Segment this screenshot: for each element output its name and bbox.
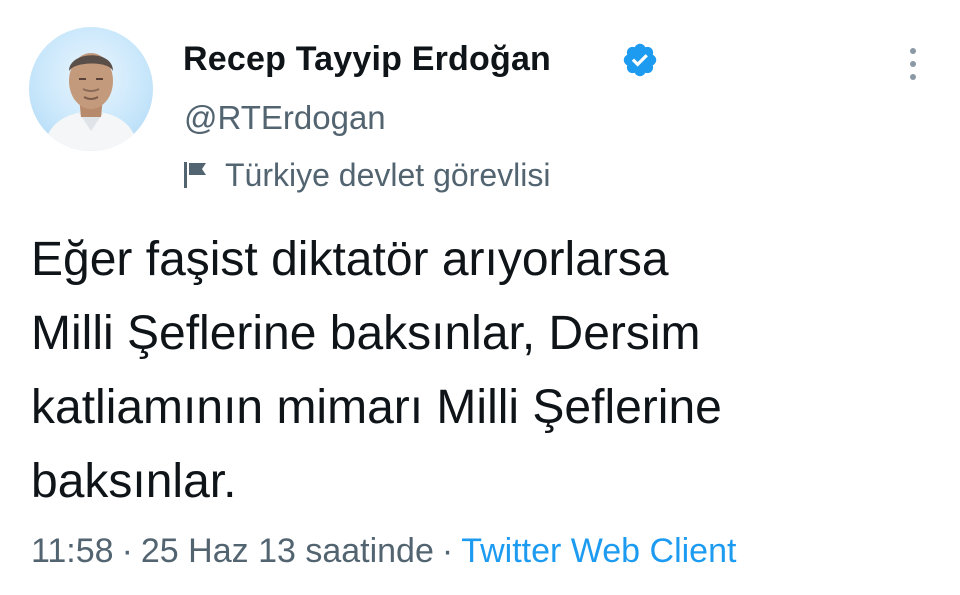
meta-separator: · xyxy=(441,532,454,570)
profile-photo xyxy=(43,53,139,151)
more-options-icon[interactable] xyxy=(904,45,922,83)
flag-icon xyxy=(184,162,206,188)
account-label[interactable]: Türkiye devlet görevlisi xyxy=(181,155,550,195)
account-label-text: Türkiye devlet görevlisi xyxy=(225,156,551,193)
tweet-meta: 11:58 · 25 Haz 13 saatinde · Twitter Web Cli… xyxy=(31,532,736,571)
tweet-text-line: baksınlar. xyxy=(31,455,237,508)
author-handle[interactable]: @RTErdogan xyxy=(184,99,386,137)
avatar[interactable] xyxy=(29,27,153,151)
meta-separator: · xyxy=(121,532,133,570)
tweet-text-line: katliamının mimarı Milli Şeflerine xyxy=(31,381,722,434)
tweet-text-line: Milli Şeflerine baksınlar, Dersim xyxy=(31,307,701,360)
tweet-source-link[interactable]: Twitter Web Client xyxy=(461,532,736,570)
author-display-name[interactable]: Recep Tayyip Erdoğan xyxy=(183,40,551,79)
tweet-card: Recep Tayyip Erdoğan @RTErdogan Türkiye … xyxy=(0,0,960,595)
tweet-time[interactable]: 11:58 xyxy=(31,532,114,570)
verified-badge-icon xyxy=(623,43,657,77)
tweet-text: Eğer faşist diktatör arıyorlarsa Milli Ş… xyxy=(31,223,931,519)
tweet-text-line: Eğer faşist diktatör arıyorlarsa xyxy=(31,233,669,286)
tweet-date[interactable]: 25 Haz 13 saatinde xyxy=(141,532,434,570)
